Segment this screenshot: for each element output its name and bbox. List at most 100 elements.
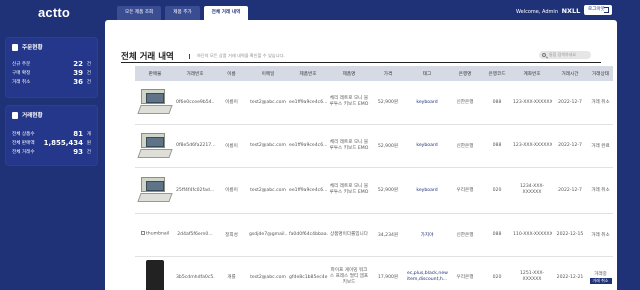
app-logo[interactable]: actto	[38, 5, 70, 20]
search-input[interactable]: 통합 검색하세요	[539, 51, 591, 59]
price: 52,900원	[370, 124, 406, 168]
table-header-row: 판매물 거래번호 이름 이메일 제품번호 제품명 가격 태그 은행명 은행코드 …	[135, 66, 613, 81]
tag: ec,plus,black,new-item,discount,h...	[406, 256, 448, 290]
order-panel-header: 주문현황	[6, 38, 97, 51]
stat-label: 전체 판매액	[12, 140, 35, 146]
thumbnail-alt-text: thumbnail	[146, 231, 170, 237]
order-status-panel: 주문현황 신규 주문 22 건 구매 확정 39 건 거래 취소 36 건	[5, 37, 98, 98]
price: 52,900원	[370, 81, 406, 125]
tag: 가지야	[406, 213, 448, 257]
stat-unit: 개	[86, 131, 91, 137]
stat-unit: 원	[86, 140, 91, 146]
account-number: 1234-XXX-XXXXXX	[512, 167, 552, 214]
trade-status-panel: 거래현황 전체 상품수 81 개 전체 판매액 1,855,434 원 전체 거…	[5, 105, 98, 166]
column-header[interactable]: 은행명	[448, 66, 482, 81]
stat-value: 1,855,434	[43, 138, 83, 147]
price: 52,900원	[370, 167, 406, 214]
admin-name: NXLL	[561, 7, 581, 15]
product-thumbnail[interactable]	[135, 124, 175, 168]
price: 17,900원	[370, 256, 406, 290]
buyer-email: test2@abc.com	[248, 256, 288, 290]
column-header[interactable]: 거래시간	[552, 66, 588, 81]
stat-row: 전체 판매액 1,855,434 원	[6, 138, 97, 147]
column-header[interactable]: 판매물	[135, 66, 175, 81]
tab-add-product[interactable]: 제품 추가	[165, 6, 200, 20]
column-header[interactable]: 은행코드	[482, 66, 512, 81]
column-header[interactable]: 거래번호	[175, 66, 215, 81]
trade-panel-header: 거래현황	[6, 106, 97, 119]
order-id: 25ff4f4fc02fad...	[175, 167, 215, 214]
product-thumbnail[interactable]: thumbnail	[135, 213, 175, 257]
cart-icon	[12, 111, 18, 119]
order-id: 0f6e0ccee9b54...	[175, 81, 215, 125]
logout-label: 로그아웃	[588, 7, 605, 12]
stat-value: 93	[73, 147, 83, 156]
trade-status: 거래 완료	[588, 124, 613, 168]
account-number: 123-XXX-XXXXXX	[512, 124, 552, 168]
column-header[interactable]: 제품번호	[288, 66, 328, 81]
bank-code: 020	[482, 167, 512, 214]
column-header[interactable]: 가격	[370, 66, 406, 81]
stat-row: 거래 취소 36 건	[6, 77, 97, 86]
order-panel-title: 주문현황	[22, 45, 43, 51]
stat-label: 전체 거래수	[12, 149, 35, 155]
product-thumbnail[interactable]	[135, 256, 175, 290]
column-header[interactable]: 계좌번호	[512, 66, 552, 81]
product-name: 체리 레트로 모니 블루투스 키보드 EMO	[328, 167, 370, 214]
product-thumbnail[interactable]	[135, 81, 175, 125]
stat-unit: 건	[86, 79, 91, 85]
stat-label: 거래 취소	[12, 79, 31, 85]
trade-status: 거래 취소	[588, 167, 613, 214]
column-header[interactable]: 제품명	[328, 66, 370, 81]
document-icon	[12, 43, 18, 51]
logout-button[interactable]: 로그아웃	[584, 5, 612, 15]
stat-row: 신규 주문 22 건	[6, 59, 97, 68]
product-id: ee1ff9a9ce4c6...	[288, 167, 328, 214]
trade-status: 거래 취소	[588, 213, 613, 257]
table-row[interactable]: thumbnail 2d4af5f6ern0... 정희성 gsdjde7@gm…	[135, 213, 613, 257]
transactions-card: 전체 거래 내역 하단의 모든 상품 거래 내역을 확인할 수 있습니다. 통합…	[105, 20, 617, 290]
page-hint: 하단의 모든 상품 거래 내역을 확인할 수 있습니다.	[197, 53, 285, 58]
stat-unit: 건	[86, 61, 91, 67]
table-row[interactable]: 0f8e5d6fa2217... 이름이 test2@abc.com ee1ff…	[135, 124, 613, 168]
buyer-name: 이름이	[215, 81, 248, 125]
column-header[interactable]: 태그	[406, 66, 448, 81]
transactions-table: 판매물 거래번호 이름 이메일 제품번호 제품명 가격 태그 은행명 은행코드 …	[135, 66, 613, 290]
stat-row: 전체 상품수 81 개	[6, 129, 97, 138]
tag: keyboard	[406, 124, 448, 168]
product-id: fa0d0f64c4bbaa...	[288, 213, 328, 257]
table-row[interactable]: 3b5cdmhdfa0c5... 개를 test2@abc.com gfde8c…	[135, 256, 613, 290]
table-row[interactable]: 0f6e0ccee9b54... 이름이 test2@abc.com ee1ff…	[135, 81, 613, 125]
bank-name: 신한은행	[448, 124, 482, 168]
bank-name: 신한은행	[448, 81, 482, 125]
table-row[interactable]: 25ff4f4fc02fad... 이름이 test2@abc.com ee1f…	[135, 167, 613, 214]
broken-image-icon	[141, 231, 145, 236]
stat-unit: 건	[86, 70, 91, 76]
product-name: 체리 레트로 모니 블루투스 키보드 EMO	[328, 81, 370, 125]
stat-value: 39	[73, 68, 83, 77]
buyer-name: 개를	[215, 256, 248, 290]
account-number: 123-XXX-XXXXXX	[512, 81, 552, 125]
stat-value: 22	[73, 59, 83, 68]
tab-all-products[interactable]: 모든 제품 조회	[117, 6, 162, 20]
price: 34,234원	[370, 213, 406, 257]
tag: keyboard	[406, 81, 448, 125]
stat-label: 구매 확정	[12, 70, 31, 76]
trade-panel-title: 거래현황	[22, 113, 43, 119]
column-header[interactable]: 이름	[215, 66, 248, 81]
bank-name: 신한은행	[448, 213, 482, 257]
bank-name: 우리은행	[448, 167, 482, 214]
bank-code: 088	[482, 213, 512, 257]
stat-row: 구매 확정 39 건	[6, 68, 97, 77]
cancel-trade-button[interactable]: 거래 취소	[589, 277, 612, 284]
product-thumbnail[interactable]	[135, 167, 175, 214]
column-header[interactable]: 거래상태	[588, 66, 613, 81]
search-placeholder: 통합 검색하세요	[549, 52, 577, 57]
order-id: 0f8e5d6fa2217...	[175, 124, 215, 168]
account-number: 1251-XXX-XXXXXX	[512, 256, 552, 290]
column-header[interactable]: 이메일	[248, 66, 288, 81]
trade-status: 거래중	[594, 271, 607, 277]
title-divider	[189, 54, 190, 59]
product-id: ee1ff9a9ce4c6...	[288, 124, 328, 168]
product-image	[146, 260, 164, 290]
